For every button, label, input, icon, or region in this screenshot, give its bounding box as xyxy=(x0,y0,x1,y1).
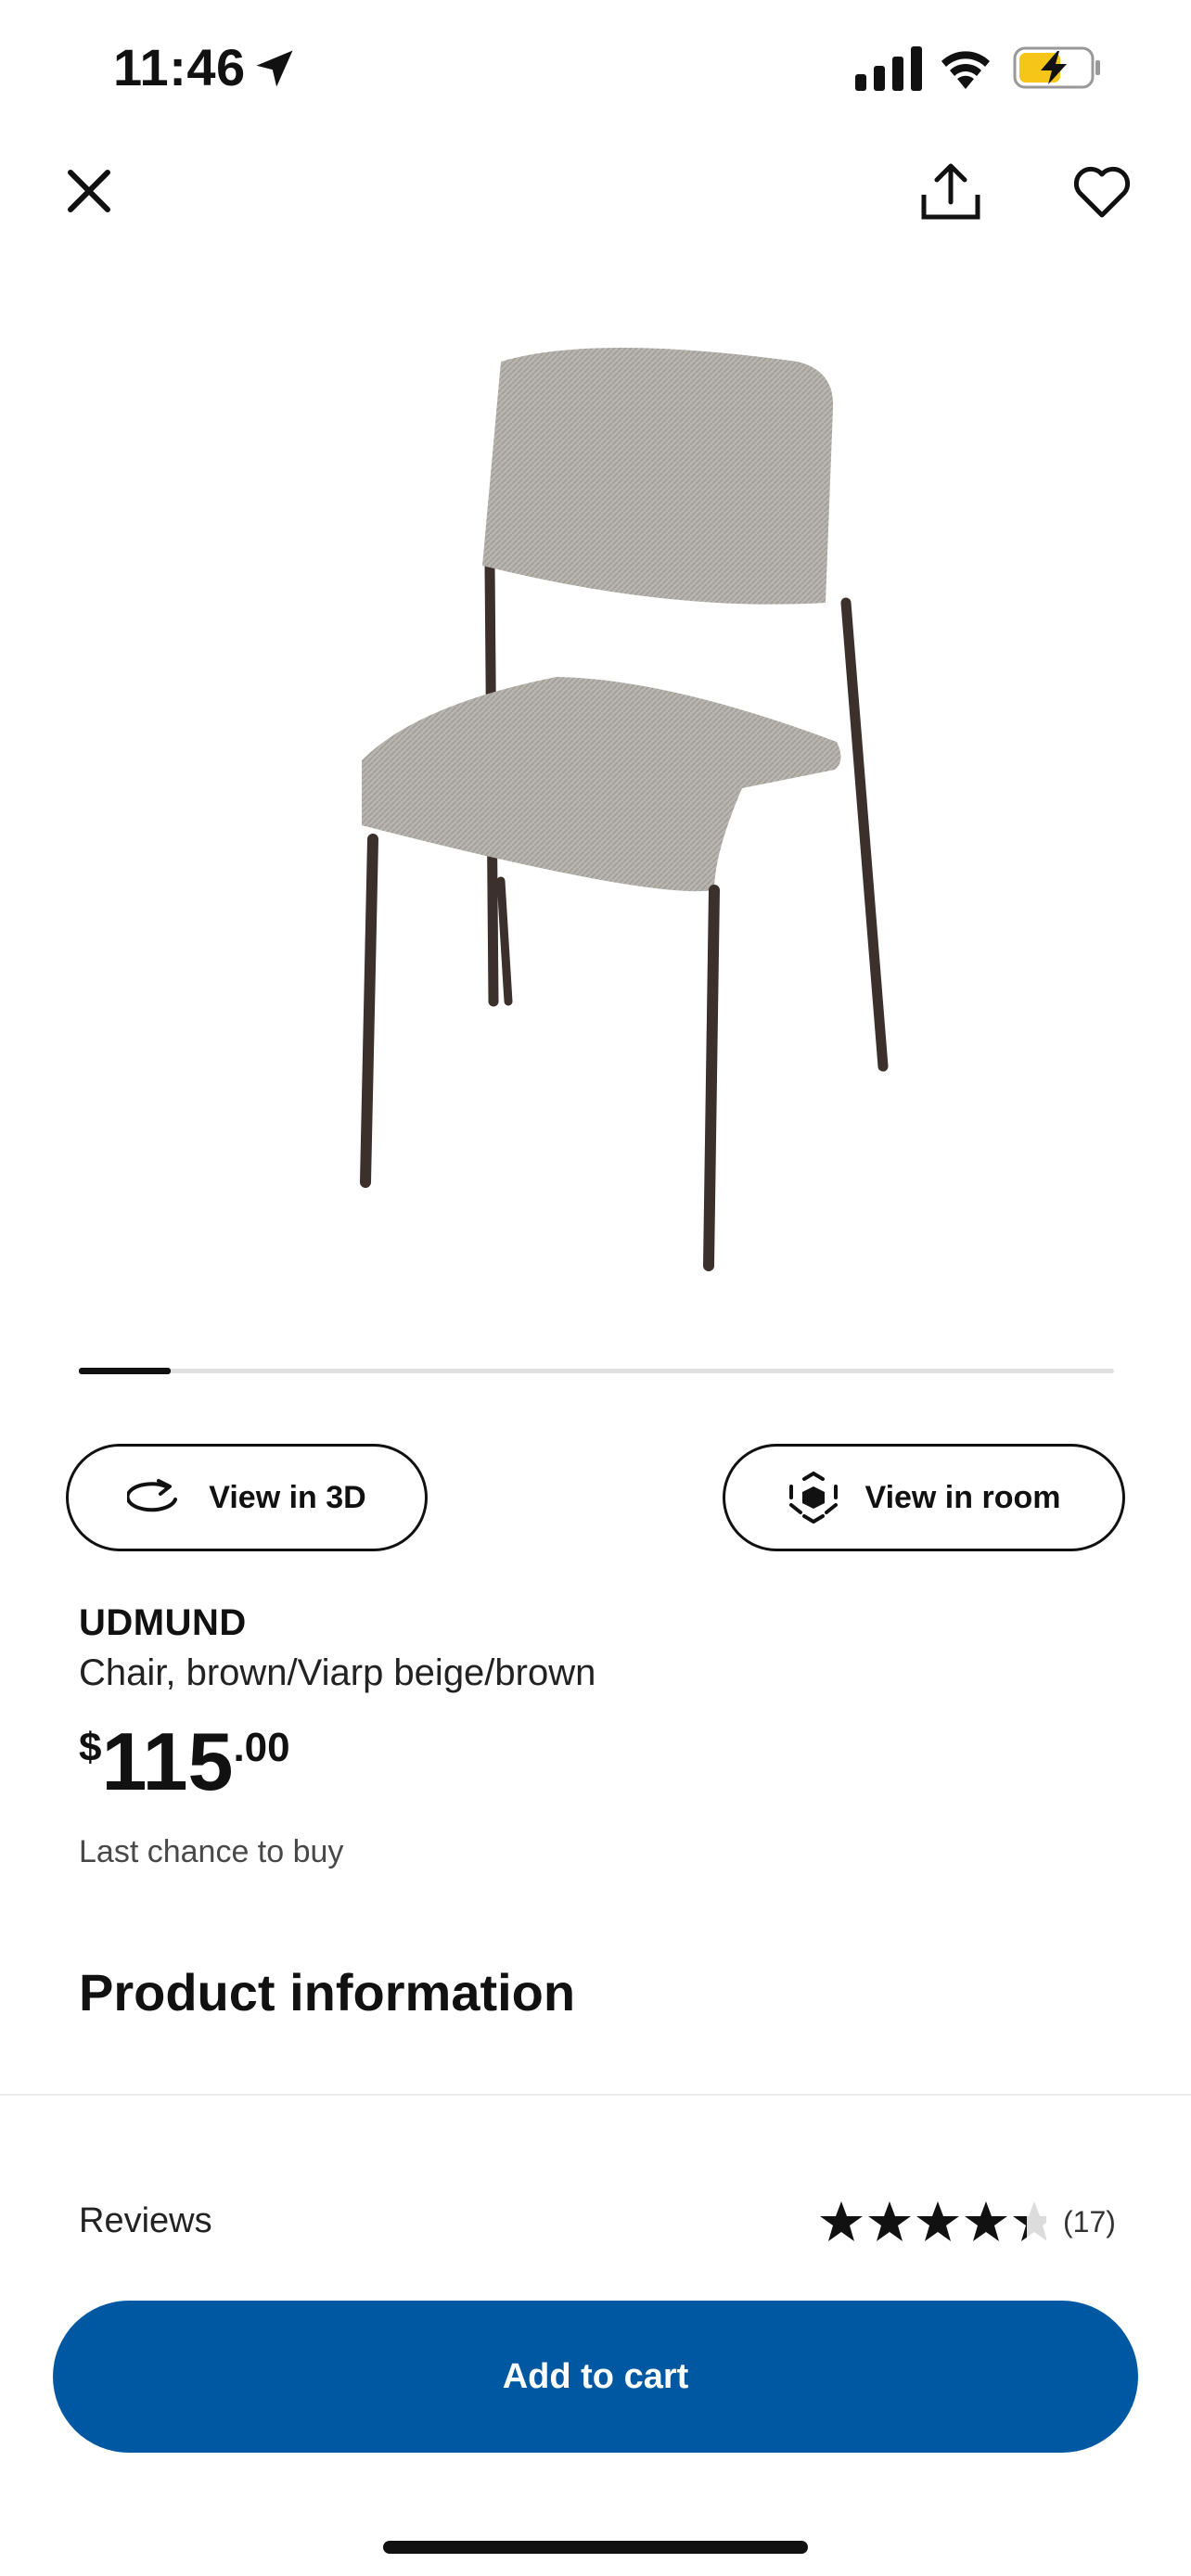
share-icon[interactable] xyxy=(918,159,983,224)
status-time: 11:46 xyxy=(113,38,246,96)
view-in-room-button[interactable]: View in room xyxy=(723,1444,1125,1551)
location-arrow-icon xyxy=(256,50,293,87)
carousel-track xyxy=(79,1369,1114,1373)
star-icon xyxy=(916,2201,959,2241)
add-to-cart-label: Add to cart xyxy=(502,2356,689,2396)
star-icon xyxy=(868,2201,911,2241)
close-icon[interactable] xyxy=(61,163,117,219)
view-in-room-label: View in room xyxy=(864,1479,1061,1515)
rotate-3d-icon xyxy=(127,1479,178,1512)
price-currency: $ xyxy=(79,1725,102,1770)
product-name: UDMUND xyxy=(79,1602,247,1643)
product-information-heading[interactable]: Product information xyxy=(79,1962,575,2022)
carousel-progress xyxy=(79,1368,171,1374)
signal-icon xyxy=(855,46,922,91)
rating-stars[interactable] xyxy=(818,2200,1046,2246)
review-count[interactable]: (17) xyxy=(1063,2205,1116,2239)
star-icon xyxy=(965,2201,1007,2241)
divider xyxy=(0,2094,1191,2096)
stock-note: Last chance to buy xyxy=(79,1834,344,1869)
view-in-3d-button[interactable]: View in 3D xyxy=(66,1444,428,1551)
product-price: $ 115 .00 xyxy=(79,1717,290,1806)
add-to-cart-button[interactable]: Add to cart xyxy=(53,2301,1138,2453)
home-indicator[interactable] xyxy=(383,2541,808,2554)
price-integer: 115 xyxy=(101,1715,234,1807)
reviews-label[interactable]: Reviews xyxy=(79,2201,212,2241)
view-in-room-icon xyxy=(788,1472,838,1524)
product-description: Chair, brown/Viarp beige/brown xyxy=(79,1652,596,1693)
heart-icon[interactable] xyxy=(1072,163,1132,219)
wifi-icon xyxy=(941,51,990,89)
star-icon xyxy=(820,2201,863,2241)
product-image-chair xyxy=(360,348,889,1271)
price-decimal: .00 xyxy=(233,1725,290,1770)
view-in-3d-label: View in 3D xyxy=(209,1479,366,1515)
star-icon xyxy=(1013,2201,1046,2241)
battery-icon xyxy=(1013,46,1100,89)
